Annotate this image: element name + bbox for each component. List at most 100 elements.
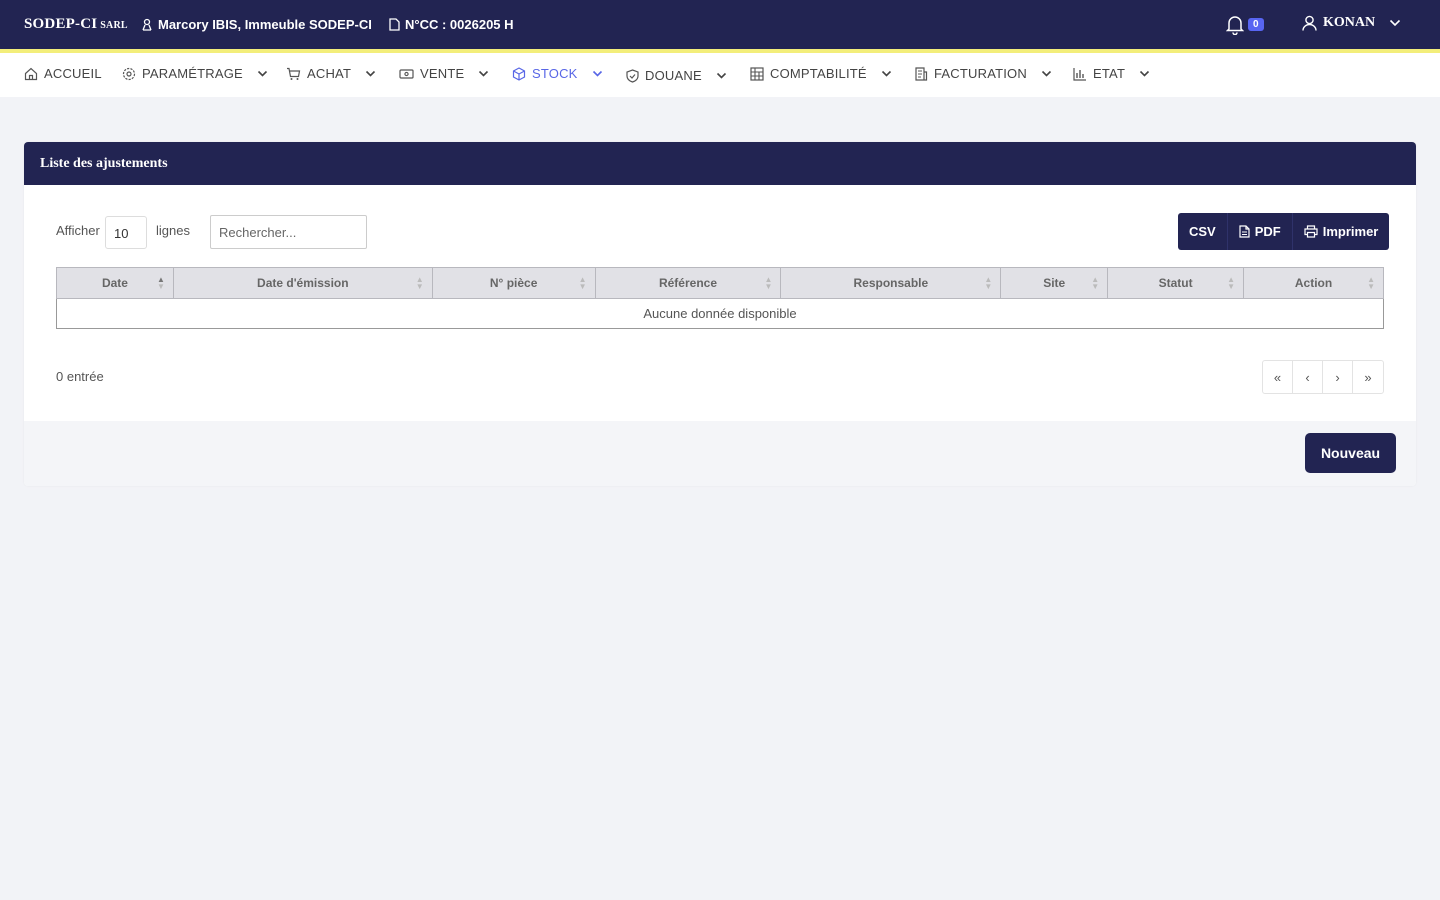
bell-icon	[1225, 16, 1245, 36]
column-label: Date d'émission	[257, 276, 349, 290]
nav-label: PARAMÉTRAGE	[142, 66, 243, 81]
cash-icon	[399, 68, 414, 79]
brand-suffix: SARL	[100, 20, 128, 31]
notifications-button[interactable]: 0	[1225, 15, 1266, 37]
page-length-select[interactable]: 10	[105, 216, 147, 249]
column-label: Statut	[1158, 276, 1193, 290]
sort-icon: ▲ ▼	[984, 275, 993, 291]
column-header-action[interactable]: Action ▲ ▼	[1243, 267, 1384, 299]
column-label: N° pièce	[489, 276, 538, 290]
nav-parametrage[interactable]: PARAMÉTRAGE	[122, 66, 268, 81]
sort-icon: ▲ ▼	[764, 275, 773, 291]
nav-stock[interactable]: STOCK	[512, 66, 603, 81]
nav-label: ACCUEIL	[44, 66, 102, 81]
card-title: Liste des ajustements	[24, 142, 1416, 185]
table-row: Aucune donnée disponible	[56, 298, 1384, 329]
show-label: Afficher	[56, 223, 100, 238]
printer-icon	[1304, 225, 1318, 238]
search-input[interactable]	[210, 215, 367, 249]
chevron-down-icon	[479, 70, 489, 77]
column-label: Responsable	[853, 276, 929, 290]
nav-etat[interactable]: ETAT	[1073, 66, 1150, 81]
export-buttons: CSV PDF Imprimer	[1178, 213, 1390, 250]
new-adjustment-button[interactable]: Nouveau	[1305, 433, 1396, 473]
table-info: 0 entrée	[56, 369, 104, 384]
company-ncc: N°CC : 0026205 H	[389, 17, 514, 32]
nav-label: VENTE	[420, 66, 465, 81]
nav-facturation[interactable]: FACTURATION	[914, 66, 1052, 81]
sort-icon: ▲ ▼	[1227, 275, 1236, 291]
chevron-down-icon	[1140, 70, 1150, 77]
first-page-button[interactable]: «	[1263, 361, 1293, 393]
nav-douane[interactable]: DOUANE	[626, 68, 727, 83]
column-label: Site	[1043, 276, 1066, 290]
pdf-button[interactable]: PDF	[1227, 213, 1293, 250]
column-header-reference[interactable]: Référence ▲ ▼	[594, 267, 782, 299]
next-page-button[interactable]: ›	[1323, 361, 1353, 393]
home-icon	[24, 67, 38, 80]
nav-achat[interactable]: ACHAT	[286, 66, 376, 81]
column-label: Référence	[658, 276, 717, 290]
nav-label: ETAT	[1093, 66, 1126, 81]
column-header-date[interactable]: Date ▲ ▼	[56, 267, 174, 299]
invoice-icon	[915, 66, 928, 81]
chevron-down-icon	[592, 70, 602, 77]
last-page-button[interactable]: »	[1353, 361, 1383, 393]
column-header-statut[interactable]: Statut ▲ ▼	[1107, 267, 1245, 299]
sort-icon: ▲ ▼	[578, 275, 587, 291]
print-button[interactable]: Imprimer	[1292, 213, 1390, 250]
lines-label: lignes	[156, 223, 190, 238]
nav-label: STOCK	[532, 66, 578, 81]
table-header-row: Date ▲ ▼ Date d'émission ▲ ▼ N° pièce ▲ ▼ Réfé…	[56, 267, 1384, 299]
chevron-down-icon	[1390, 19, 1401, 27]
pdf-label: PDF	[1254, 224, 1281, 239]
adjustments-table: Date ▲ ▼ Date d'émission ▲ ▼ N° pièce ▲ ▼ Réfé…	[56, 267, 1384, 329]
column-label: Action	[1294, 276, 1333, 290]
company-address: Marcory IBIS, Immeuble SODEP-CI	[141, 17, 372, 32]
csv-label: CSV	[1189, 224, 1216, 239]
sort-asc-icon: ▲ ▼	[156, 275, 165, 291]
user-name: KONAN	[1323, 15, 1376, 30]
address-text: Marcory IBIS, Immeuble SODEP-CI	[158, 17, 372, 32]
bar-chart-icon	[1073, 67, 1086, 81]
sort-icon: ▲ ▼	[1367, 275, 1375, 291]
gear-icon	[122, 67, 136, 80]
chevron-down-icon	[257, 70, 267, 77]
box-icon	[512, 66, 526, 81]
nav-vente[interactable]: VENTE	[399, 66, 489, 81]
pagination: « ‹ › »	[1262, 360, 1384, 394]
adjustments-card: Liste des ajustements Afficher 10 lignes…	[24, 142, 1416, 486]
chevron-down-icon	[366, 70, 376, 77]
notification-badge: 0	[1248, 18, 1264, 31]
shield-icon	[626, 68, 639, 83]
nav-accueil[interactable]: ACCUEIL	[24, 66, 102, 81]
sort-icon: ▲ ▼	[415, 275, 424, 291]
user-icon	[1302, 15, 1317, 31]
pdf-file-icon	[1239, 225, 1250, 238]
user-menu[interactable]: KONAN	[1302, 15, 1401, 31]
nav-label: ACHAT	[307, 66, 352, 81]
print-label: Imprimer	[1322, 224, 1379, 239]
nav-label: FACTURATION	[934, 66, 1027, 81]
page-length-value: 10	[114, 226, 129, 241]
column-header-date-emission[interactable]: Date d'émission ▲ ▼	[172, 267, 433, 299]
column-header-responsable[interactable]: Responsable ▲ ▼	[780, 267, 1002, 299]
column-label: Date	[101, 276, 128, 290]
brand-name: SODEP-CI	[24, 16, 98, 32]
brand-logo[interactable]: SODEP-CI SARL	[24, 16, 128, 33]
previous-page-button[interactable]: ‹	[1293, 361, 1323, 393]
grid-icon	[750, 66, 764, 81]
column-header-site[interactable]: Site ▲ ▼	[1000, 267, 1109, 299]
nav-label: COMPTABILITÉ	[770, 66, 867, 81]
chevron-down-icon	[1041, 70, 1052, 77]
nav-comptabilite[interactable]: COMPTABILITÉ	[750, 66, 892, 81]
document-icon	[389, 18, 400, 31]
top-bar: SODEP-CI SARL Marcory IBIS, Immeuble SODE…	[0, 0, 1440, 49]
empty-table-message: Aucune donnée disponible	[56, 298, 1384, 329]
sort-icon: ▲ ▼	[1091, 275, 1100, 291]
csv-button[interactable]: CSV	[1178, 213, 1228, 250]
nav-label: DOUANE	[645, 68, 702, 83]
card-footer	[24, 421, 1416, 486]
column-header-piece[interactable]: N° pièce ▲ ▼	[431, 267, 596, 299]
cart-icon	[287, 67, 301, 80]
